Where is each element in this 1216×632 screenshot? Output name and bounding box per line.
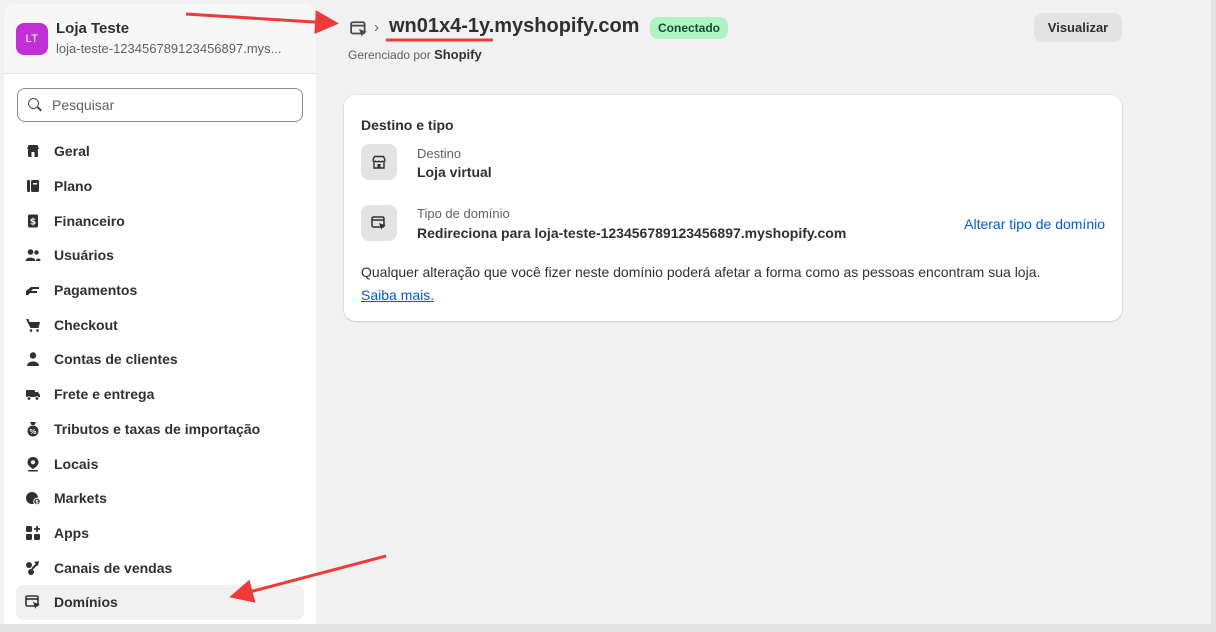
destination-label: Destino [417, 146, 462, 161]
domain-type-label: Tipo de domínio [417, 206, 510, 221]
domain-type-value: Redireciona para loja-teste-123456789123… [417, 225, 847, 241]
view-button[interactable]: Visualizar [1034, 13, 1122, 42]
sidebar-item-label: Canais de vendas [54, 559, 173, 576]
sidebar-item-canais-de-vendas[interactable]: Canais de vendas [16, 550, 304, 585]
svg-text:$: $ [30, 217, 36, 227]
sidebar-item-label: Frete e entrega [54, 386, 155, 403]
sidebar-item-financeiro[interactable]: $ Financeiro [16, 203, 304, 238]
svg-text:%: % [29, 428, 36, 436]
payments-icon [25, 282, 41, 298]
window-frame-right [1211, 0, 1216, 632]
store-info: Loja Teste loja-teste-123456789123456897… [56, 20, 282, 57]
store-icon [25, 143, 41, 159]
domain-change-note: Qualquer alteração que você fizer neste … [361, 264, 1041, 280]
apps-icon [25, 525, 41, 541]
store-name: Loja Teste [56, 20, 130, 37]
sidebar-item-frete-e-entrega[interactable]: Frete e entrega [16, 377, 304, 412]
settings-nav: Geral Plano $ Financeiro Usuários Pagame… [16, 134, 304, 620]
sidebar-item-checkout[interactable]: Checkout [16, 307, 304, 342]
sidebar-item-label: Domínios [54, 594, 118, 611]
window-frame-bottom [0, 624, 1216, 632]
sidebar-item-plano[interactable]: Plano [16, 169, 304, 204]
sidebar-item-label: Contas de clientes [54, 351, 178, 368]
store-domain: loja-teste-123456789123456897.mys... [56, 41, 282, 56]
users-icon [25, 247, 41, 263]
store-switcher[interactable]: LT Loja Teste loja-teste-123456789123456… [4, 4, 316, 74]
managed-by-brand: Shopify [434, 47, 482, 62]
sidebar-item-geral[interactable]: Geral [16, 134, 304, 169]
truck-icon [25, 386, 41, 402]
sidebar-item-locais[interactable]: Locais [16, 446, 304, 481]
search-icon [28, 98, 42, 112]
channels-icon [25, 560, 41, 576]
page-title: wn01x4-1y.myshopify.com [389, 15, 640, 37]
sidebar-item-markets[interactable]: $ Markets [16, 481, 304, 516]
change-domain-type-link[interactable]: Alterar tipo de domínio [964, 216, 1105, 232]
sidebar-item-label: Usuários [54, 247, 114, 264]
status-badge: Conectado [650, 17, 729, 39]
billing-icon: $ [25, 213, 41, 229]
destination-type-card: Destino e tipo Destino Loja virtual Tipo… [344, 95, 1122, 321]
store-icon [361, 144, 397, 180]
domain-icon [361, 205, 397, 241]
person-icon [25, 351, 41, 367]
store-avatar: LT [16, 22, 48, 55]
tax-icon: % [25, 421, 41, 437]
destination-value: Loja virtual [417, 164, 492, 180]
sidebar-item-dominios[interactable]: Domínios [16, 584, 304, 620]
breadcrumb-chevron-icon: › [374, 19, 379, 36]
sidebar-item-label: Markets [54, 490, 107, 507]
sidebar-item-label: Geral [54, 143, 90, 160]
cart-icon [25, 317, 41, 333]
sidebar-item-label: Financeiro [54, 212, 125, 229]
learn-more-link[interactable]: Saiba mais. [361, 287, 434, 303]
sidebar-item-contas-de-clientes[interactable]: Contas de clientes [16, 342, 304, 377]
sidebar-item-apps[interactable]: Apps [16, 516, 304, 551]
sidebar-item-label: Locais [54, 455, 99, 472]
globe-icon: $ [25, 490, 41, 506]
sidebar-item-label: Apps [54, 524, 89, 541]
sidebar-item-pagamentos[interactable]: Pagamentos [16, 273, 304, 308]
managed-by-text: Gerenciado por Shopify [348, 47, 482, 62]
location-icon [25, 456, 41, 472]
domain-icon[interactable] [350, 20, 368, 38]
domain-icon [25, 594, 41, 610]
search-input[interactable]: Pesquisar [17, 88, 303, 122]
settings-sidebar: LT Loja Teste loja-teste-123456789123456… [4, 4, 316, 624]
svg-text:$: $ [35, 500, 39, 506]
sidebar-item-label: Plano [54, 178, 93, 195]
managed-prefix: Gerenciado por [348, 48, 431, 62]
search-placeholder: Pesquisar [52, 97, 115, 113]
card-title: Destino e tipo [361, 117, 454, 133]
sidebar-item-usuarios[interactable]: Usuários [16, 238, 304, 273]
sidebar-item-label: Checkout [54, 316, 118, 333]
sidebar-item-label: Pagamentos [54, 282, 138, 299]
plan-icon [25, 178, 41, 194]
sidebar-item-label: Tributos e taxas de importação [54, 420, 261, 437]
sidebar-item-tributos[interactable]: % Tributos e taxas de importação [16, 412, 304, 447]
